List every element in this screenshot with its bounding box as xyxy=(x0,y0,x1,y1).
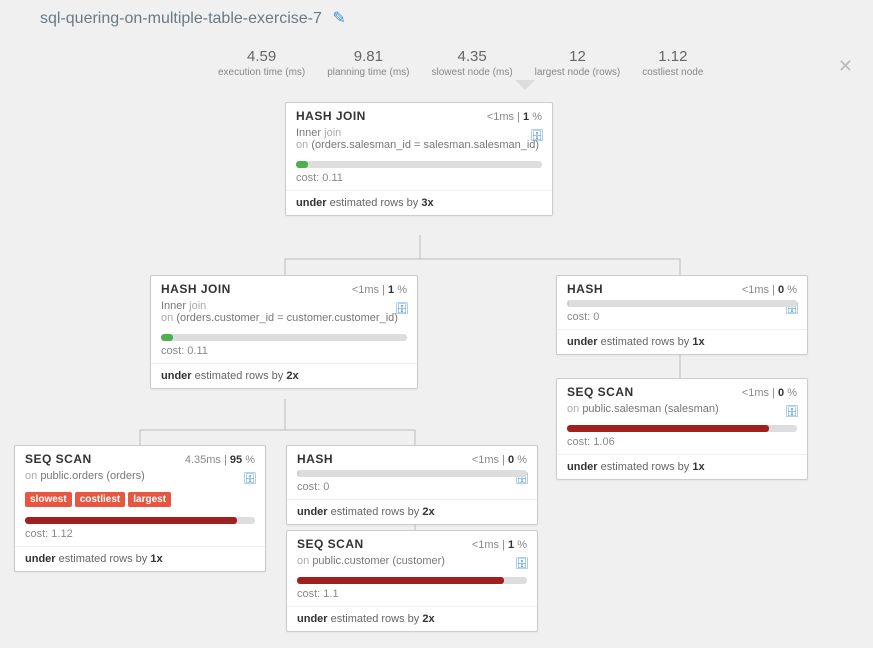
plan-node-hash-right[interactable]: HASH<1ms | 0 % 🗄 cost: 0 under estimated… xyxy=(556,275,808,355)
estimate-row: under estimated rows by 1x xyxy=(557,455,807,479)
cost-bar xyxy=(567,425,797,432)
plan-node-hash-join-root[interactable]: HASH JOIN<1ms | 1 % 🗄 Inner join on (ord… xyxy=(285,102,553,216)
cost-row: cost: 0 xyxy=(557,309,807,330)
tag-slowest: slowest xyxy=(25,492,72,507)
edit-icon[interactable]: ✎ xyxy=(332,10,345,27)
cost-bar xyxy=(297,470,527,477)
node-title: HASH JOIN xyxy=(161,282,231,296)
join-condition: (orders.salesman_id = salesman.salesman_… xyxy=(311,139,539,151)
node-meta: 4.35ms | 95 % xyxy=(185,454,255,466)
plan-node-seqscan-customer[interactable]: SEQ SCAN<1ms | 1 % 🗄on public.customer (… xyxy=(286,530,538,632)
scan-target: public.orders (orders) xyxy=(40,470,145,482)
close-icon[interactable]: ✕ xyxy=(838,56,853,77)
estimate-row: under estimated rows by 2x xyxy=(287,607,537,631)
estimate-row: under estimated rows by 2x xyxy=(151,364,417,388)
node-title: HASH xyxy=(567,282,603,296)
node-meta: <1ms | 1 % xyxy=(472,539,527,551)
plan-node-hash-mid[interactable]: HASH<1ms | 0 % 🗄 cost: 0 under estimated… xyxy=(286,445,538,525)
tag-costliest: costliest xyxy=(75,492,126,507)
stat-large: 12largest node (rows) xyxy=(535,48,621,78)
tag-largest: largest xyxy=(128,492,171,507)
node-title: SEQ SCAN xyxy=(567,385,634,399)
node-meta: <1ms | 0 % xyxy=(472,454,527,466)
stats-bar: 4.59execution time (ms) 9.81planning tim… xyxy=(210,42,711,82)
scan-target: public.salesman (salesman) xyxy=(582,403,718,415)
cost-bar xyxy=(297,577,527,584)
estimate-row: under estimated rows by 1x xyxy=(557,330,807,354)
plan-node-hash-join-left[interactable]: HASH JOIN<1ms | 1 % 🗄 Inner join on (ord… xyxy=(150,275,418,389)
cost-bar xyxy=(296,161,542,168)
cost-row: cost: 0 xyxy=(287,479,537,500)
node-meta: <1ms | 0 % xyxy=(742,387,797,399)
join-condition: (orders.customer_id = customer.customer_… xyxy=(176,312,398,324)
stat-plan: 9.81planning time (ms) xyxy=(327,48,409,78)
plan-node-seqscan-salesman[interactable]: SEQ SCAN<1ms | 0 % 🗄on public.salesman (… xyxy=(556,378,808,480)
node-meta: <1ms | 1 % xyxy=(352,284,407,296)
database-icon: 🗄 xyxy=(515,557,529,570)
cost-bar xyxy=(25,517,255,524)
stat-slow: 4.35slowest node (ms) xyxy=(432,48,513,78)
stat-cost: 1.12costliest node xyxy=(642,48,703,78)
scan-target: public.customer (customer) xyxy=(312,555,445,567)
node-title: SEQ SCAN xyxy=(25,452,92,466)
stat-exec: 4.59execution time (ms) xyxy=(218,48,305,78)
cost-bar xyxy=(567,300,797,307)
cost-row: cost: 1.06 xyxy=(557,434,807,455)
cost-bar xyxy=(161,334,407,341)
node-tags: slowestcostliestlargest xyxy=(15,488,265,513)
estimate-row: under estimated rows by 1x xyxy=(15,547,265,571)
plan-node-seqscan-orders[interactable]: SEQ SCAN4.35ms | 95 % 🗄on public.orders … xyxy=(14,445,266,572)
node-title: HASH xyxy=(297,452,333,466)
database-icon: 🗄 xyxy=(785,405,799,418)
node-title: SEQ SCAN xyxy=(297,537,364,551)
node-meta: <1ms | 1 % xyxy=(487,111,542,123)
stats-arrow xyxy=(515,80,535,90)
estimate-row: under estimated rows by 3x xyxy=(286,191,552,215)
node-meta: <1ms | 0 % xyxy=(742,284,797,296)
cost-row: cost: 1.12 xyxy=(15,526,265,547)
database-icon: 🗄 xyxy=(243,472,257,485)
database-icon: 🗄 xyxy=(395,302,409,315)
node-title: HASH JOIN xyxy=(296,109,366,123)
database-icon: 🗄 xyxy=(530,129,544,142)
cost-row: cost: 0.11 xyxy=(151,343,417,364)
cost-row: cost: 0.11 xyxy=(286,170,552,191)
estimate-row: under estimated rows by 2x xyxy=(287,500,537,524)
page-title: sql-quering-on-multiple-table-exercise-7 xyxy=(40,10,322,27)
cost-row: cost: 1.1 xyxy=(287,586,537,607)
